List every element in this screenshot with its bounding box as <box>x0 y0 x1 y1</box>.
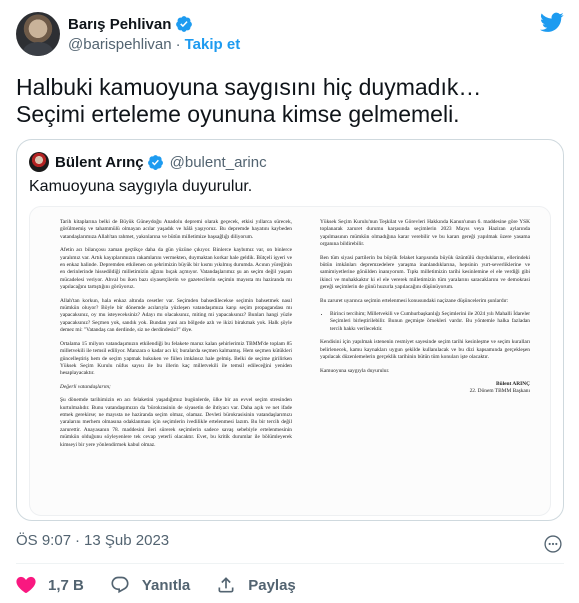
document-paragraph: Bu zaruret uyarınca seçimin ertelenmesi … <box>320 297 509 304</box>
author-avatar[interactable] <box>16 12 60 56</box>
statement-document-image[interactable]: Tarih kitaplarına belki de Büyük Güneydo… <box>29 206 551 516</box>
document-paragraph: Ben tüm siyasi partilerin bu büyük felak… <box>320 254 530 291</box>
tweet-time: ÖS 9:07 <box>16 532 72 549</box>
document-left-column: Tarih kitaplarına belki de Büyük Güneydo… <box>60 219 292 455</box>
share-button[interactable]: Paylaş <box>216 575 296 595</box>
tweet-text-line: Seçimi erteleme oyununa kimse gelmemeli. <box>16 101 460 127</box>
author-name-row: Barış Pehlivan <box>68 14 193 34</box>
document-paragraph: Yüksek Seçim Kurulu'nun Teşkilat ve Göre… <box>320 219 530 248</box>
document-right-column: Yüksek Seçim Kurulu'nun Teşkilat ve Göre… <box>320 219 530 396</box>
reply-icon <box>111 576 129 594</box>
tweet-text-line: Halbuki kamuoyuna saygısını hiç duymadık… <box>16 74 482 100</box>
quoted-tweet-header: Bülent Arınç @bulent_arinc <box>29 152 267 172</box>
tweet-date: 13 Şub 2023 <box>84 532 170 549</box>
reply-label: Yanıtla <box>141 576 191 594</box>
tweet-header: Barış Pehlivan @barispehlivan · Takip et <box>16 8 564 60</box>
signature-name: Bülent ARINÇ <box>496 380 530 387</box>
divider <box>16 563 564 564</box>
reply-button[interactable]: Yanıtla <box>110 575 190 595</box>
author-name[interactable]: Barış Pehlivan <box>68 16 171 33</box>
quoted-author-handle: @bulent_arinc <box>169 153 267 171</box>
like-button[interactable]: 1,7 B <box>16 575 84 595</box>
document-paragraph: Allah'tan korkun, hala enkaz altında ces… <box>60 297 292 334</box>
document-signature: Bülent ARINÇ 22. Dönem TBMM Başkanı <box>320 381 530 396</box>
twitter-bird-icon[interactable] <box>540 10 564 34</box>
tweet-timestamp[interactable]: ÖS 9:07 · 13 Şub 2023 <box>16 532 169 549</box>
document-paragraph: Tarih kitaplarına belki de Büyük Güneydo… <box>60 219 292 240</box>
document-paragraph: Ortalama 15 milyon vatandaşımızın etkile… <box>60 340 292 377</box>
follow-button[interactable]: Takip et <box>185 36 241 53</box>
heart-icon <box>16 576 36 594</box>
signature-title: 22. Dönem TBMM Başkanı <box>469 388 530 395</box>
verified-badge-icon <box>147 154 163 170</box>
quoted-author-name: Bülent Arınç <box>55 153 144 171</box>
author-handle-row: @barispehlivan · Takip et <box>68 36 240 53</box>
document-salutation: Değerli vatandaşlarım; <box>60 384 292 391</box>
like-count: 1,7 B <box>48 576 84 594</box>
document-salutation-text: Değerli vatandaşlarım; <box>60 383 111 390</box>
document-paragraph: Şu dönemde tarihimizin en acı felaketini… <box>60 397 292 448</box>
document-paragraph: Kendisini için yapılmak istenenin resmiy… <box>320 339 530 361</box>
document-list: Birinci tercihim; Milletvekili ve Cumhur… <box>330 311 530 333</box>
separator-dot: · <box>75 532 81 549</box>
quoted-tweet[interactable]: Bülent Arınç @bulent_arinc Kamuoyuna say… <box>16 139 564 521</box>
tweet-actions: 1,7 B Yanıtla Paylaş <box>16 574 322 596</box>
document-closing: Kamuoyuna saygıyla duyurulur. <box>320 367 390 374</box>
share-label: Paylaş <box>248 576 296 594</box>
document-paragraph: Afetin acı bilançosu zaman geçtikçe daha… <box>60 247 292 291</box>
share-icon <box>218 577 234 593</box>
quoted-author-avatar <box>29 152 49 172</box>
separator-dot: · <box>175 36 181 53</box>
more-icon[interactable] <box>543 534 563 554</box>
quoted-tweet-text: Kamuoyuna saygıyla duyurulur. <box>29 178 253 195</box>
author-handle[interactable]: @barispehlivan <box>68 36 172 53</box>
verified-badge-icon <box>176 16 193 32</box>
document-list-item: Birinci tercihim; Milletvekili ve Cumhur… <box>330 311 530 333</box>
tweet-text: Halbuki kamuoyuna saygısını hiç duymadık… <box>16 74 564 128</box>
